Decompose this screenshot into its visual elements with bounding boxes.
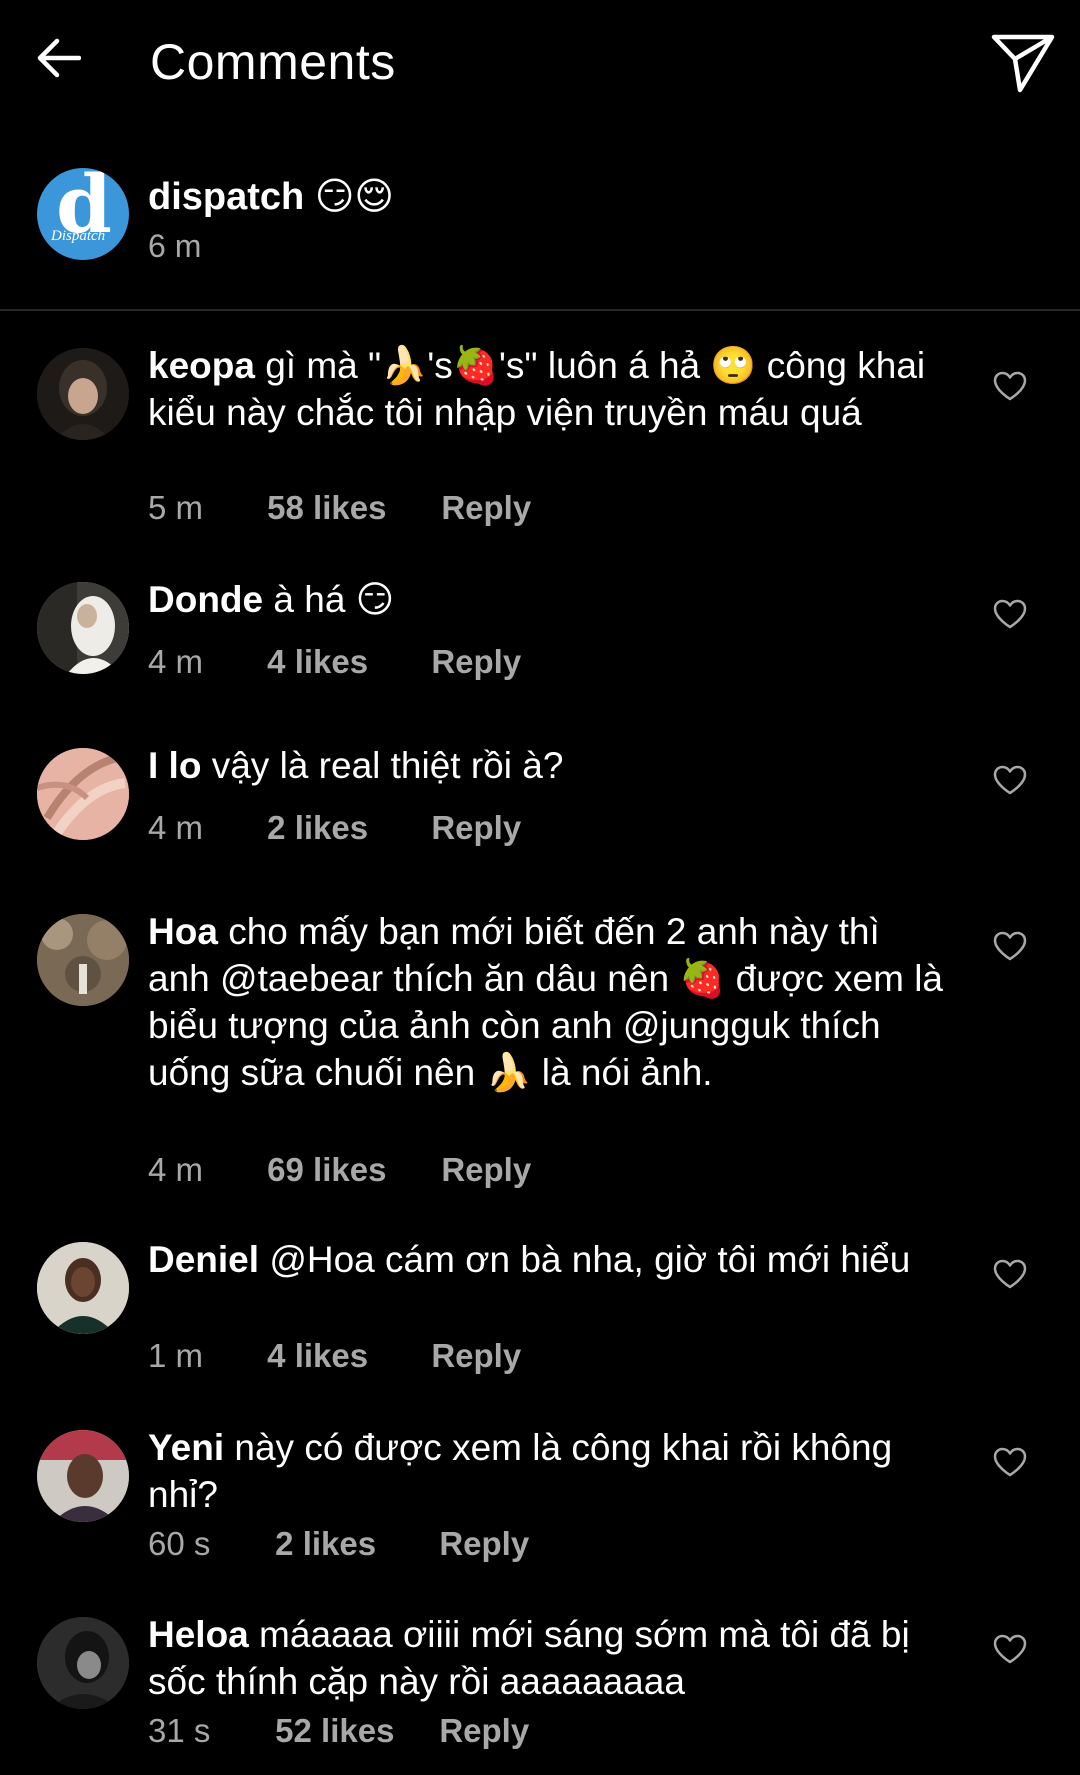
comment-meta: 60 s 2 likes Reply [148, 1524, 529, 1564]
username[interactable]: Donde [148, 579, 263, 620]
avatar-image [37, 348, 129, 440]
like-button[interactable] [990, 1629, 1030, 1669]
comment-meta: 4 m 2 likes Reply [148, 808, 521, 848]
comment-meta: 31 s 52 likes Reply [148, 1711, 529, 1751]
avatar[interactable] [37, 348, 129, 440]
comment-text: keopa gì mà "🍌's🍓's" luôn á hả 🙄 công kh… [148, 342, 948, 436]
heart-outline-icon [993, 371, 1027, 401]
likes-count[interactable]: 4 likes [267, 642, 422, 682]
reply-button[interactable]: Reply [441, 488, 531, 528]
comment-meta: 4 m 4 likes Reply [148, 642, 521, 682]
avatar[interactable] [37, 582, 129, 674]
like-button[interactable] [990, 1254, 1030, 1294]
username[interactable]: dispatch [148, 176, 304, 218]
reply-button[interactable]: Reply [431, 808, 521, 848]
likes-count[interactable]: 4 likes [267, 1336, 422, 1376]
comment-meta: 1 m 4 likes Reply [148, 1336, 521, 1376]
paper-plane-icon [991, 34, 1055, 93]
comment-content: máaaaa ơiiii mới sáng sớm mà tôi đã bị s… [148, 1614, 910, 1702]
heart-outline-icon [993, 1259, 1027, 1289]
reply-button[interactable]: Reply [431, 642, 521, 682]
avatar[interactable] [37, 914, 129, 1006]
like-button[interactable] [990, 1442, 1030, 1482]
like-button[interactable] [990, 366, 1030, 406]
timestamp: 6 m [148, 228, 202, 264]
avatar[interactable] [37, 1242, 129, 1334]
like-button[interactable] [990, 926, 1030, 966]
timestamp: 31 s [148, 1712, 211, 1749]
comment-text: Hoa cho mấy bạn mới biết đến 2 anh này t… [148, 908, 948, 1096]
avatar-image [37, 1242, 129, 1334]
comment-text: Donde à há 😏 [148, 576, 948, 623]
reply-button[interactable]: Reply [441, 1150, 531, 1190]
likes-count[interactable]: 2 likes [275, 1524, 430, 1564]
timestamp: 4 m [148, 1151, 204, 1188]
timestamp: 5 m [148, 489, 204, 526]
avatar[interactable] [37, 1617, 129, 1709]
username[interactable]: Hoa [148, 911, 218, 952]
username[interactable]: keopa [148, 345, 255, 386]
like-button[interactable] [990, 594, 1030, 634]
caption-emoji: 😏😌 [314, 174, 395, 218]
likes-count[interactable]: 69 likes [267, 1150, 432, 1190]
comment-meta: 4 m 69 likes Reply [148, 1150, 531, 1190]
username[interactable]: Yeni [148, 1427, 224, 1468]
like-button[interactable] [990, 760, 1030, 800]
reply-button[interactable]: Reply [439, 1524, 529, 1564]
timestamp: 4 m [148, 643, 204, 680]
avatar-logo-text: Dispatch [51, 228, 106, 244]
heart-outline-icon [993, 1634, 1027, 1664]
comment-text: I lo vậy là real thiệt rồi à? [148, 742, 948, 789]
heart-outline-icon [993, 1447, 1027, 1477]
caption-text: dispatch 😏😌 [148, 174, 394, 219]
arrow-left-icon [37, 38, 81, 78]
comment-content: gì mà "🍌's🍓's" luôn á hả 🙄 công khai kiể… [148, 345, 926, 433]
timestamp: 4 m [148, 809, 204, 846]
avatar[interactable] [37, 1430, 129, 1522]
heart-outline-icon [993, 765, 1027, 795]
divider [0, 309, 1080, 311]
likes-count[interactable]: 52 likes [275, 1711, 430, 1751]
avatar-image [37, 1430, 129, 1522]
timestamp: 60 s [148, 1525, 211, 1562]
timestamp: 1 m [148, 1337, 204, 1374]
username[interactable]: I lo [148, 745, 201, 786]
post-caption: d Dispatch dispatch 😏😌 6 m [0, 160, 1080, 310]
likes-count[interactable]: 2 likes [267, 808, 422, 848]
comment-text: Deniel @Hoa cám ơn bà nha, giờ tôi mới h… [148, 1236, 948, 1283]
share-button[interactable] [988, 28, 1058, 98]
heart-outline-icon [993, 931, 1027, 961]
avatar-image [37, 1617, 129, 1709]
avatar-image [37, 582, 129, 674]
username[interactable]: Deniel [148, 1239, 259, 1280]
comment-text: Heloa máaaaa ơiiii mới sáng sớm mà tôi đ… [148, 1611, 948, 1705]
avatar[interactable]: d Dispatch [37, 168, 129, 260]
comment-content: à há 😏 [273, 579, 395, 620]
comment-content: cho mấy bạn mới biết đến 2 anh này thì a… [148, 911, 944, 1093]
avatar[interactable] [37, 748, 129, 840]
comment-content: vậy là real thiệt rồi à? [211, 745, 564, 786]
comment-meta: 5 m 58 likes Reply [148, 488, 531, 528]
back-button[interactable] [30, 30, 86, 86]
comment-content: @Hoa cám ơn bà nha, giờ tôi mới hiểu [269, 1239, 911, 1280]
top-bar: Comments [0, 0, 1080, 124]
avatar-image [37, 748, 129, 840]
comment-content: này có được xem là công khai rồi không n… [148, 1427, 893, 1515]
reply-button[interactable]: Reply [439, 1711, 529, 1751]
likes-count[interactable]: 58 likes [267, 488, 432, 528]
username[interactable]: Heloa [148, 1614, 249, 1655]
avatar-image [37, 914, 129, 1006]
reply-button[interactable]: Reply [431, 1336, 521, 1376]
comment-text: Yeni này có được xem là công khai rồi kh… [148, 1424, 948, 1518]
heart-outline-icon [993, 599, 1027, 629]
page-title: Comments [150, 34, 396, 90]
